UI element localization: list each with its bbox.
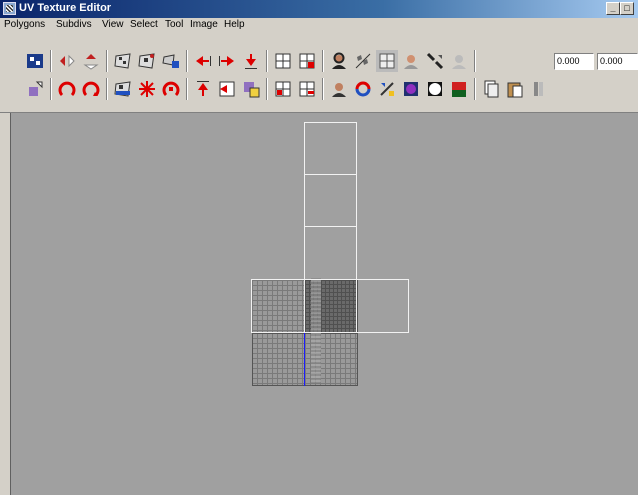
uv-shell-face[interactable] (304, 226, 357, 280)
alpha-channel-icon[interactable] (424, 78, 446, 100)
minimize-button[interactable]: _ (606, 2, 620, 15)
dim-image-icon[interactable] (328, 50, 350, 72)
uv-shell-face[interactable] (251, 279, 305, 333)
uv-viewport[interactable] (10, 113, 638, 495)
isolate-select-icon[interactable] (328, 78, 350, 100)
menu-tool[interactable]: Tool (165, 19, 183, 30)
uv-face-outline (252, 333, 358, 386)
move-down-icon[interactable] (240, 50, 262, 72)
v-value-field[interactable]: 0.000 (597, 53, 638, 70)
move-right-icon[interactable] (216, 50, 238, 72)
rotate-cw-icon[interactable] (80, 78, 102, 100)
refresh-icon[interactable] (352, 78, 374, 100)
copy-uv-icon[interactable] (480, 78, 502, 100)
grid-minus-icon[interactable] (296, 78, 318, 100)
toolbar-row-1: 0.000 0.000 (0, 50, 638, 80)
uv-shell-face[interactable] (304, 279, 357, 333)
flip-uv-vertical-icon[interactable] (80, 50, 102, 72)
menu-subdivs[interactable]: Subdivs (56, 19, 92, 30)
app-icon (3, 2, 16, 15)
cut-uv-icon[interactable] (136, 78, 158, 100)
ratio-icon[interactable] (376, 78, 398, 100)
uv-image-icon[interactable] (240, 78, 262, 100)
flip-uv-horizontal-icon[interactable] (56, 50, 78, 72)
psd-network-icon[interactable] (448, 78, 470, 100)
v-axis-line (304, 333, 305, 386)
cycle-uv-icon[interactable] (528, 78, 550, 100)
rotate-ccw-icon[interactable] (56, 78, 78, 100)
pixel-snap-icon[interactable] (400, 50, 422, 72)
uv-shell-face[interactable] (304, 174, 357, 227)
u-value-field[interactable]: 0.000 (554, 53, 594, 70)
toolbar: 0.000 0.000 (0, 33, 638, 113)
sew-uv-icon[interactable] (112, 78, 134, 100)
left-edge (0, 113, 10, 495)
checker-toggle-icon[interactable] (352, 50, 374, 72)
uv-shell-face[interactable] (356, 279, 409, 333)
window-title: UV Texture Editor (19, 2, 112, 14)
uv-lattice-icon[interactable] (24, 78, 46, 100)
uv-shell-face[interactable] (304, 122, 357, 175)
rgb-channel-icon[interactable] (400, 78, 422, 100)
spherical-map-icon[interactable] (160, 50, 182, 72)
menu-help[interactable]: Help (224, 19, 245, 30)
menu-bar: Polygons Subdivs View Select Tool Image … (0, 18, 638, 33)
layout-uv-icon[interactable] (160, 78, 182, 100)
menu-image[interactable]: Image (190, 19, 218, 30)
maximize-button[interactable]: □ (620, 2, 634, 15)
menu-polygons[interactable]: Polygons (4, 19, 45, 30)
move-up-icon[interactable] (192, 78, 214, 100)
toolbar-row-2 (0, 78, 638, 108)
cylindrical-map-icon[interactable] (136, 50, 158, 72)
move-center-icon[interactable] (216, 78, 238, 100)
texture-border-icon[interactable] (448, 50, 470, 72)
grid-remove-icon[interactable] (272, 78, 294, 100)
move-left-icon[interactable] (192, 50, 214, 72)
title-bar[interactable]: UV Texture Editor _ □ (0, 0, 638, 18)
grid-add-icon[interactable] (296, 50, 318, 72)
menu-view[interactable]: View (102, 19, 124, 30)
uv-snapshot-icon[interactable] (24, 50, 46, 72)
planar-map-icon[interactable] (112, 50, 134, 72)
shade-uv-icon[interactable] (424, 50, 446, 72)
display-grid-icon[interactable] (376, 50, 398, 72)
grid-uv-icon[interactable] (272, 50, 294, 72)
menu-select[interactable]: Select (130, 19, 158, 30)
paste-uv-icon[interactable] (504, 78, 526, 100)
